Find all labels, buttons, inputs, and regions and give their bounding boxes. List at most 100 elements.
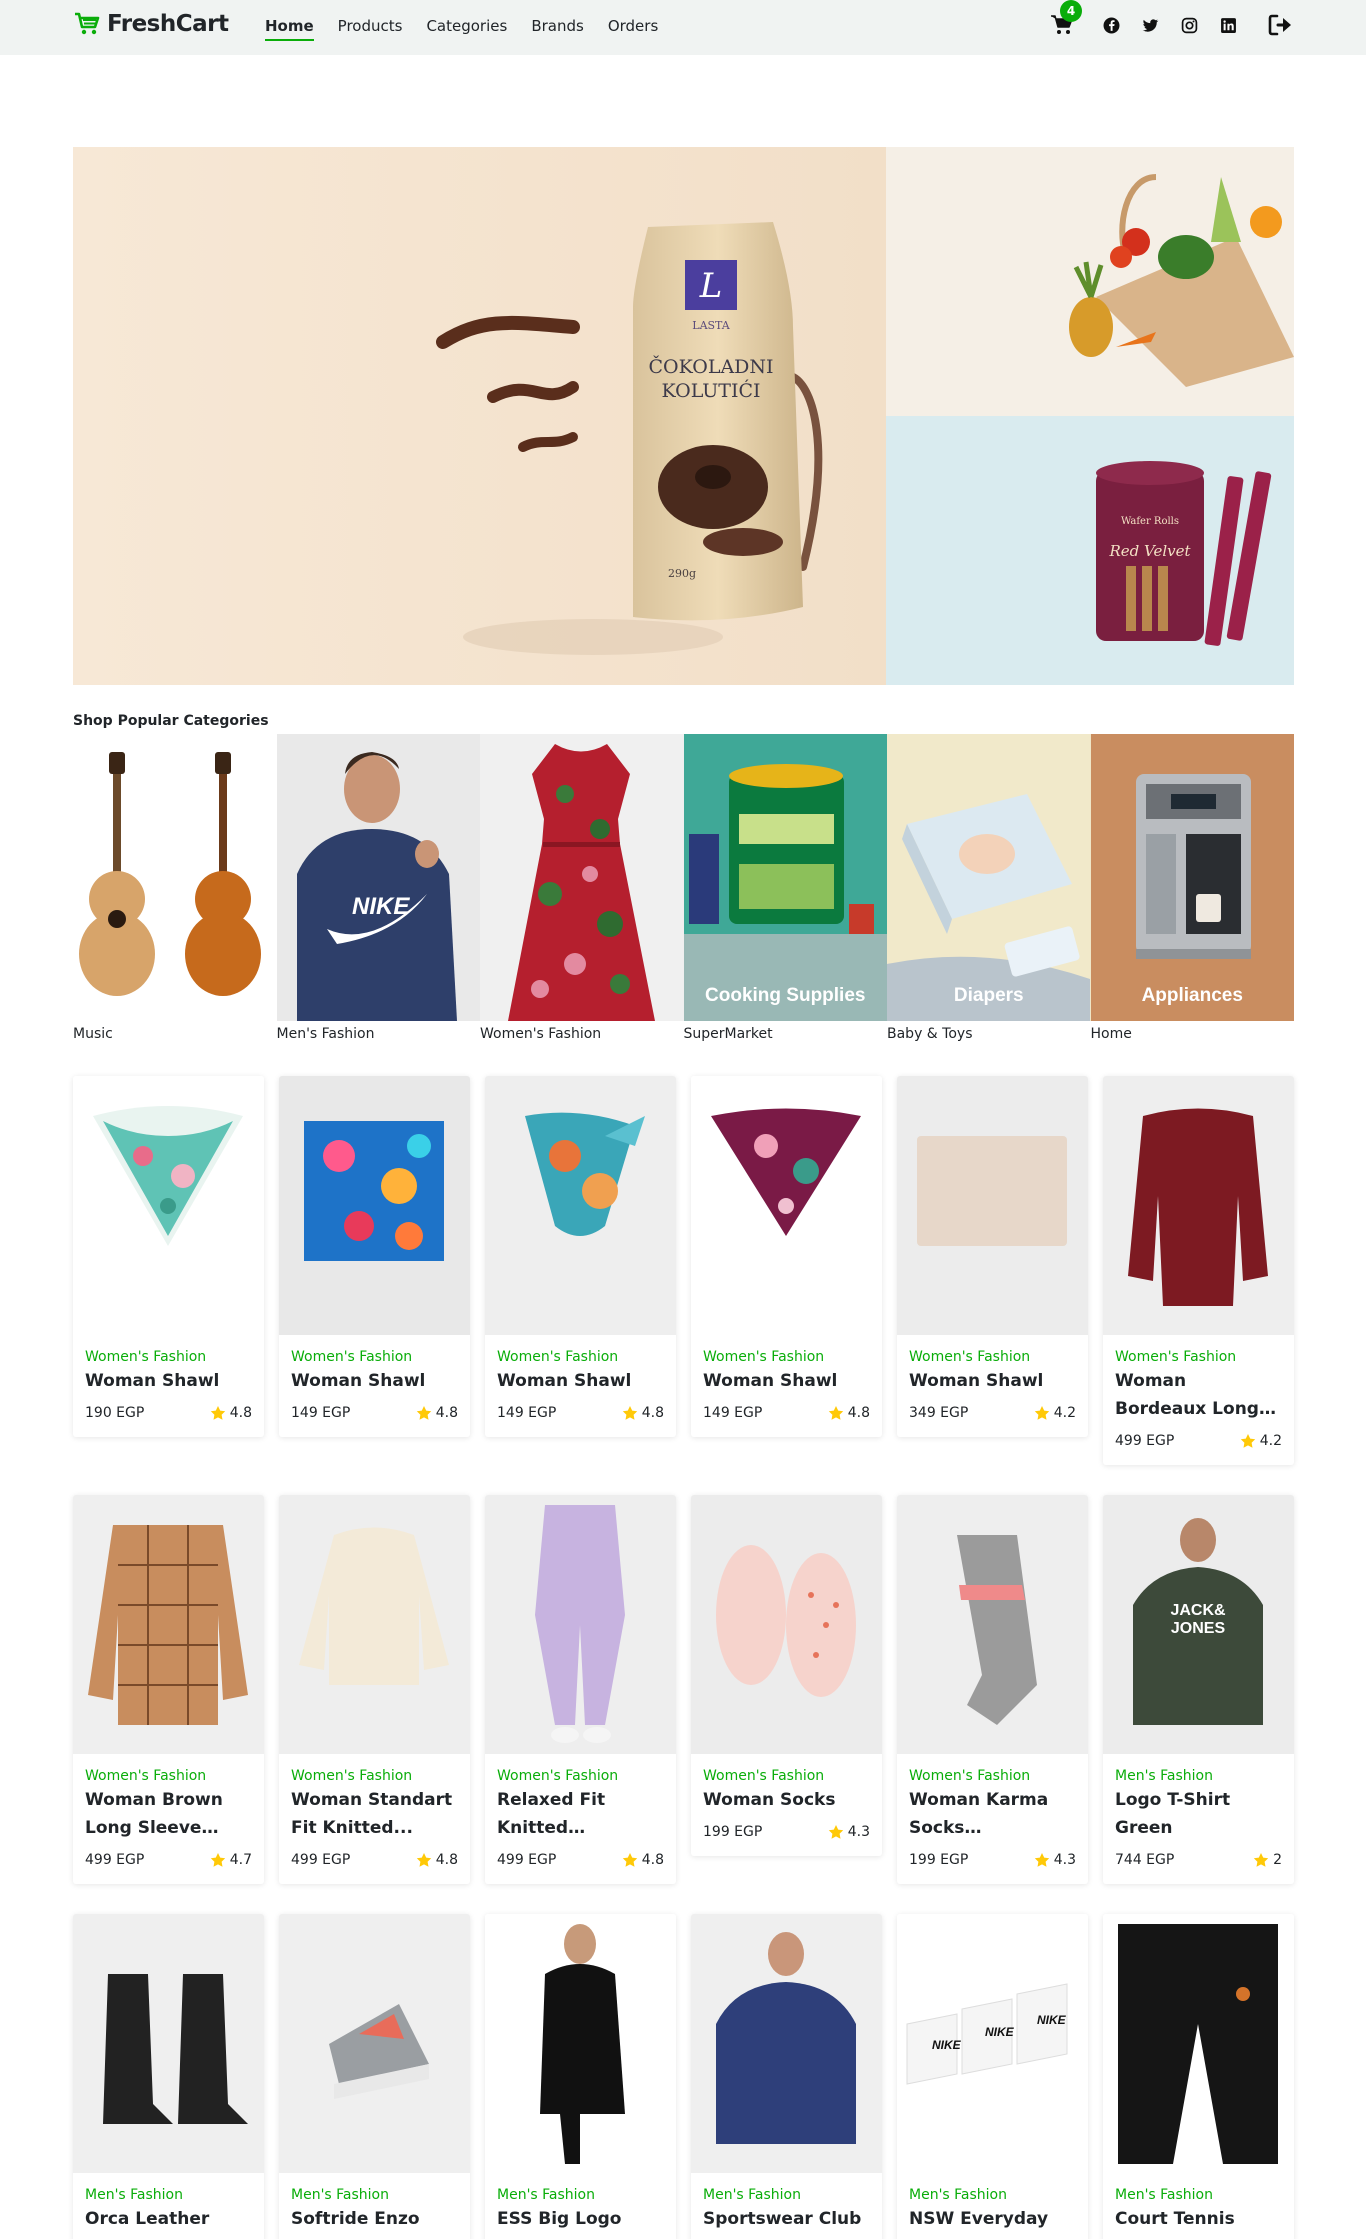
star-icon: [1240, 1434, 1255, 1448]
star-icon: [416, 1853, 431, 1867]
product-image[interactable]: [1103, 1076, 1294, 1335]
product-card[interactable]: Women's Fashion Woman Standart Fit Knitte…: [279, 1495, 470, 1884]
product-title[interactable]: Court Tennis: [1115, 2205, 1282, 2233]
product-card[interactable]: JACK& JONES Men's Fashion Logo T-Shirt Gree…: [1103, 1495, 1294, 1884]
product-title[interactable]: Woman Standart Fit Knitted...: [291, 1786, 458, 1842]
star-icon: [416, 1406, 431, 1420]
product-title[interactable]: NSW Everyday: [909, 2205, 1076, 2233]
product-title[interactable]: Orca Leather: [85, 2205, 252, 2233]
product-title[interactable]: Woman Karma Socks Multicolour: [909, 1786, 1076, 1842]
product-rating: 4.2: [1240, 1433, 1282, 1449]
logout-icon[interactable]: [1268, 14, 1294, 36]
product-image[interactable]: [1103, 1914, 1294, 2173]
product-card[interactable]: Women's Fashion Woman Brown Long Sleeve T…: [73, 1495, 264, 1884]
product-price: 499 EGP: [497, 1852, 557, 1868]
product-card[interactable]: Women's Fashion Woman Shawl 149 EGP 4.8: [279, 1076, 470, 1437]
product-image[interactable]: [73, 1076, 264, 1335]
product-card[interactable]: NIKE NIKE NIKE Men's Fashion NSW Everyday: [897, 1914, 1088, 2239]
product-image[interactable]: [485, 1914, 676, 2173]
product-image[interactable]: [485, 1495, 676, 1754]
category-home[interactable]: Appliances Home: [1090, 734, 1294, 1046]
product-title[interactable]: Woman Socks: [703, 1786, 870, 1814]
nav-brands[interactable]: Brands: [531, 17, 584, 41]
product-card[interactable]: Men's Fashion ESS Big Logo: [485, 1914, 676, 2239]
category-baby-toys[interactable]: Diapers Baby & Toys: [887, 734, 1091, 1046]
product-image[interactable]: [485, 1076, 676, 1335]
instagram-icon[interactable]: [1181, 17, 1198, 34]
product-image[interactable]: [691, 1076, 882, 1335]
product-category: Men's Fashion: [291, 2187, 389, 2203]
product-card[interactable]: Women's Fashion Relaxed Fit Knitted Jogge…: [485, 1495, 676, 1884]
product-card[interactable]: Men's Fashion Court Tennis: [1103, 1914, 1294, 2239]
twitter-icon[interactable]: [1142, 17, 1159, 34]
product-card[interactable]: Women's Fashion Woman Bordeaux Long Sleev…: [1103, 1076, 1294, 1465]
product-image[interactable]: [897, 1495, 1088, 1754]
category-mens-fashion[interactable]: NIKE Men's Fashion: [276, 734, 480, 1046]
hero-side-banner-wafers[interactable]: Wafer Rolls Red Velvet: [886, 416, 1294, 685]
product-title[interactable]: Woman Shawl: [85, 1367, 252, 1395]
rating-value: 4.8: [229, 1405, 252, 1421]
hero-main-banner[interactable]: L LASTA ČOKOLADNI KOLUTIĆI 290g: [73, 147, 886, 685]
product-title[interactable]: Sportswear Club: [703, 2205, 870, 2233]
facebook-icon[interactable]: [1103, 17, 1120, 34]
product-category: Women's Fashion: [703, 1768, 825, 1784]
category-supermarket[interactable]: Cooking Supplies SuperMarket: [683, 734, 887, 1046]
nav-products[interactable]: Products: [338, 17, 403, 41]
product-card[interactable]: Women's Fashion Woman Shawl 349 EGP 4.2: [897, 1076, 1088, 1437]
svg-text:JACK&: JACK&: [1170, 1602, 1226, 1619]
product-image[interactable]: NIKE NIKE NIKE: [897, 1914, 1088, 2173]
product-rating: 4.3: [828, 1824, 870, 1840]
product-price: 199 EGP: [703, 1824, 763, 1840]
category-womens-fashion[interactable]: Women's Fashion: [480, 734, 684, 1046]
product-image[interactable]: [691, 1495, 882, 1754]
category-overlay-text: Appliances: [1141, 985, 1243, 1006]
cart-logo-icon: [75, 12, 100, 35]
product-title[interactable]: Woman Shawl: [909, 1367, 1076, 1395]
product-image[interactable]: [279, 1076, 470, 1335]
brand-logo[interactable]: FreshCart: [73, 11, 229, 37]
product-card[interactable]: Women's Fashion Woman Socks 199 EGP 4.3: [691, 1495, 882, 1856]
product-title[interactable]: Relaxed Fit Knitted Joggers...: [497, 1786, 664, 1842]
product-title[interactable]: Logo T-Shirt Green: [1115, 1786, 1282, 1842]
category-label: Home: [1090, 1026, 1132, 1042]
star-icon: [622, 1853, 637, 1867]
product-card[interactable]: Men's Fashion Orca Leather: [73, 1914, 264, 2239]
nav-orders[interactable]: Orders: [608, 17, 658, 41]
nav-home[interactable]: Home: [265, 17, 314, 41]
product-image[interactable]: [897, 1076, 1088, 1335]
product-title[interactable]: Woman Brown Long Sleeve Tuni...: [85, 1786, 252, 1842]
product-card[interactable]: Women's Fashion Woman Karma Socks Multico…: [897, 1495, 1088, 1884]
product-image[interactable]: [691, 1914, 882, 2173]
nav-categories[interactable]: Categories: [426, 17, 507, 41]
product-category: Men's Fashion: [703, 2187, 801, 2203]
product-title[interactable]: Woman Bordeaux Long Sleeve Blou...: [1115, 1367, 1282, 1423]
hero-bag-line2: KOLUTIĆI: [661, 379, 760, 402]
product-card[interactable]: Women's Fashion Woman Shawl 190 EGP 4.8: [73, 1076, 264, 1437]
product-category: Men's Fashion: [909, 2187, 1007, 2203]
star-icon: [210, 1853, 225, 1867]
category-overlay-text: Diapers: [953, 985, 1024, 1006]
category-music[interactable]: Music: [73, 734, 277, 1046]
product-image[interactable]: [279, 1914, 470, 2173]
product-title[interactable]: ESS Big Logo: [497, 2205, 664, 2233]
product-card[interactable]: Men's Fashion Softride Enzo: [279, 1914, 470, 2239]
hero-side-banner-groceries[interactable]: [886, 147, 1294, 416]
product-card[interactable]: Women's Fashion Woman Shawl 149 EGP 4.8: [691, 1076, 882, 1437]
product-image[interactable]: [279, 1495, 470, 1754]
product-card[interactable]: Men's Fashion Sportswear Club: [691, 1914, 882, 2239]
wafer-line2: Red Velvet: [1108, 542, 1191, 560]
product-image[interactable]: [73, 1495, 264, 1754]
product-card[interactable]: Women's Fashion Woman Shawl 149 EGP 4.8: [485, 1076, 676, 1437]
categories-slider: Music NIKE Men's Fashion Women's Fashion…: [73, 734, 1294, 1046]
svg-text:NIKE: NIKE: [1037, 2013, 1067, 2027]
product-category: Women's Fashion: [497, 1349, 619, 1365]
product-image[interactable]: JACK& JONES: [1103, 1495, 1294, 1754]
product-title[interactable]: Woman Shawl: [703, 1367, 870, 1395]
product-category: Women's Fashion: [909, 1768, 1031, 1784]
product-image[interactable]: [73, 1914, 264, 2173]
product-title[interactable]: Softride Enzo: [291, 2205, 458, 2233]
product-title[interactable]: Woman Shawl: [497, 1367, 664, 1395]
hero-bag-weight: 290g: [668, 567, 696, 580]
linkedin-icon[interactable]: [1220, 17, 1237, 34]
product-title[interactable]: Woman Shawl: [291, 1367, 458, 1395]
